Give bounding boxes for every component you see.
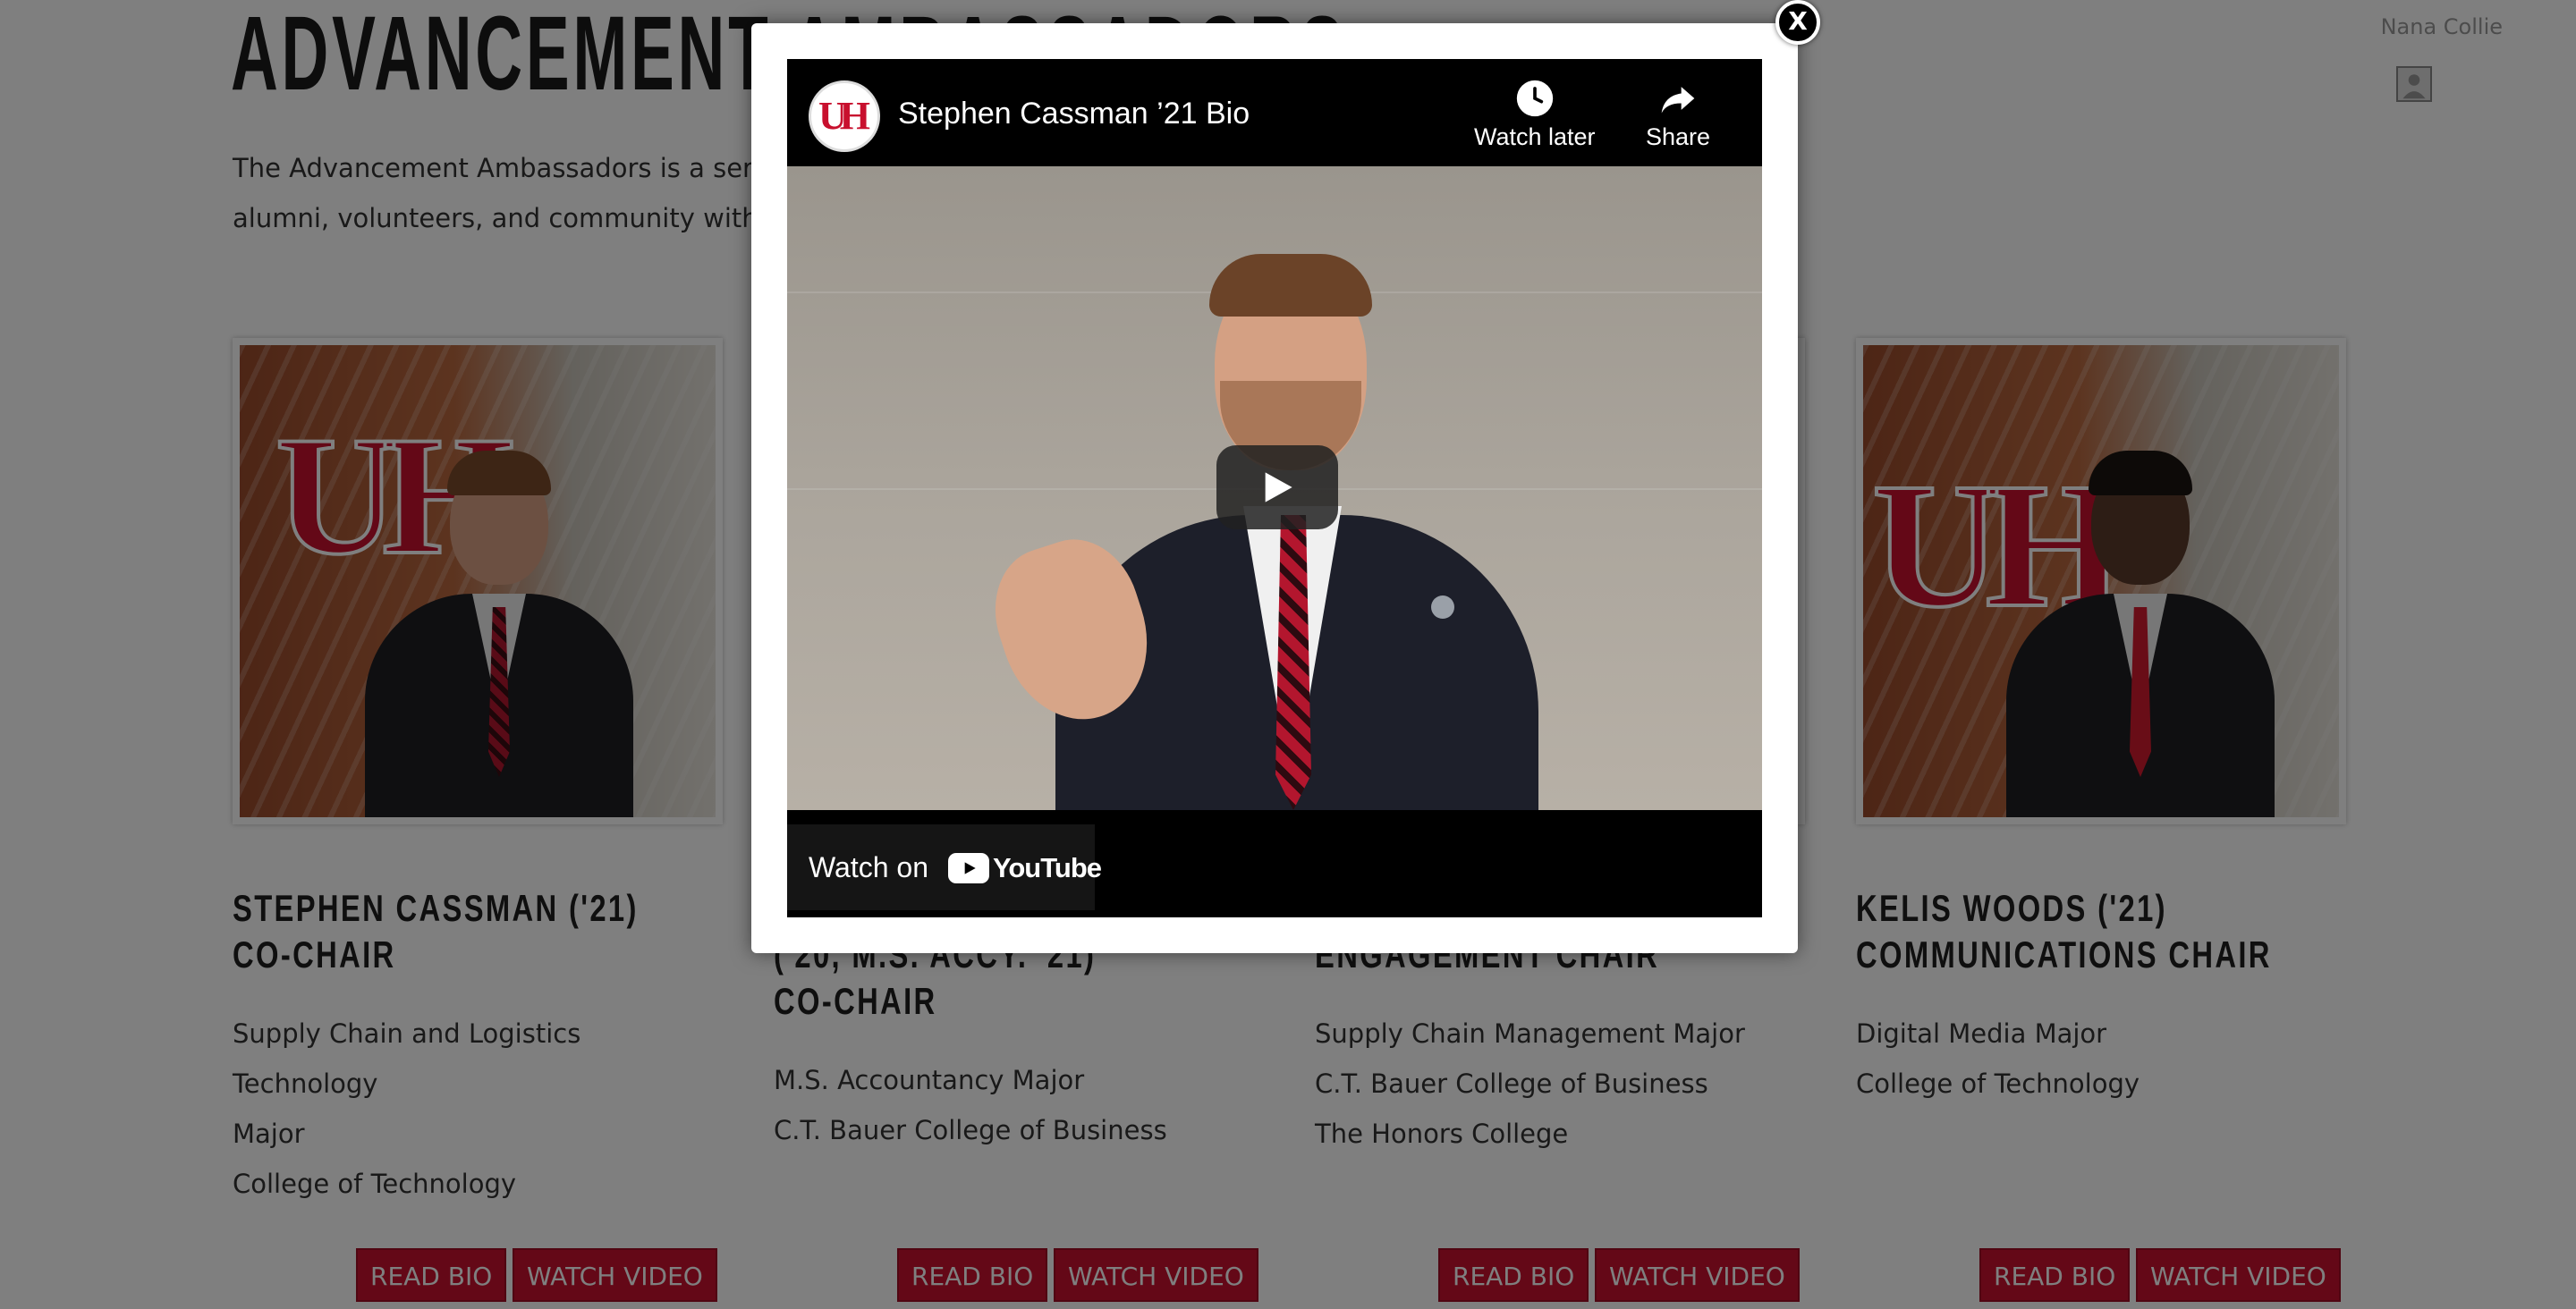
youtube-player[interactable]: UH Stephen Cassman ’21 Bio Watch later S… — [787, 59, 1762, 917]
youtube-logo-icon: YouTube — [948, 852, 1102, 883]
video-title[interactable]: Stephen Cassman ’21 Bio — [898, 97, 1250, 131]
play-button[interactable] — [1216, 445, 1338, 529]
watch-on-youtube-link[interactable]: Watch on YouTube — [787, 824, 1102, 910]
watch-on-label: Watch on — [809, 851, 928, 883]
channel-avatar[interactable]: UH — [809, 80, 880, 152]
watch-later-button[interactable]: Watch later — [1474, 79, 1596, 151]
watch-later-label: Watch later — [1474, 123, 1596, 150]
player-top-bar: UH Stephen Cassman ’21 Bio Watch later S… — [787, 59, 1762, 166]
share-label: Share — [1646, 123, 1711, 150]
share-button[interactable]: Share — [1646, 79, 1710, 151]
share-arrow-icon — [1661, 87, 1695, 114]
youtube-wordmark: YouTube — [993, 852, 1102, 883]
play-icon — [1265, 472, 1292, 502]
close-icon[interactable]: X — [1775, 0, 1820, 45]
clock-icon — [1516, 80, 1553, 117]
